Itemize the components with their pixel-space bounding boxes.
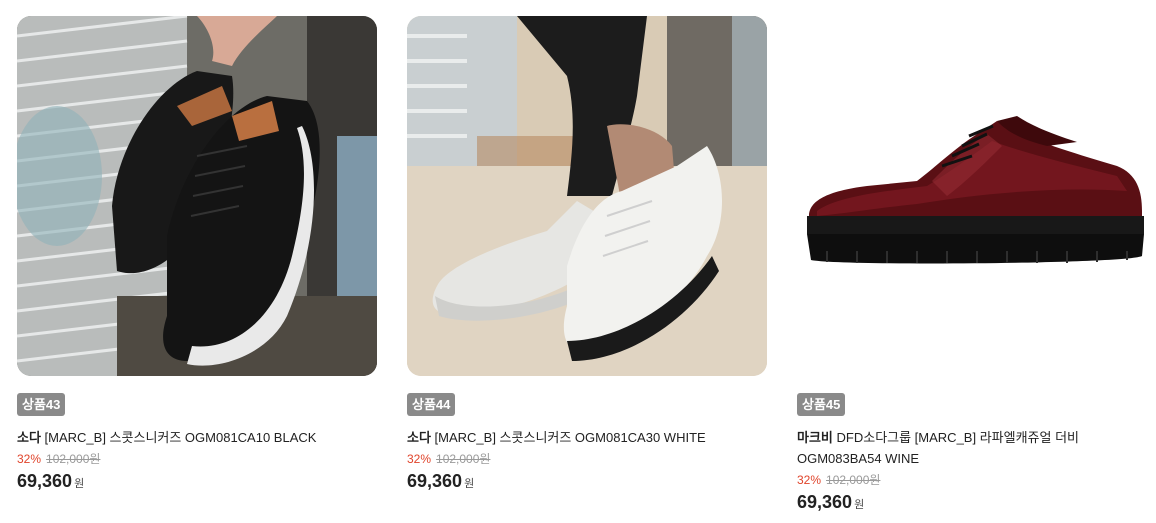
product-image-wine-derby[interactable] — [797, 16, 1156, 376]
product-name: [MARC_B] 스콧스니커즈 OGM081CA10 BLACK — [44, 430, 317, 445]
currency-unit: 원 — [464, 478, 475, 490]
sale-price-value: 69,360 — [797, 492, 853, 512]
currency-unit: 원 — [74, 478, 85, 490]
original-price: 102,000원 — [46, 452, 101, 466]
product-name: DFD소다그룹 [MARC_B] 라파엘캐쥬얼 더비 OGM083BA54 WI… — [797, 430, 1079, 466]
sale-price-value: 69,360 — [17, 471, 73, 491]
product-brand: 소다 — [17, 430, 41, 445]
sale-price: 69,360 원 — [797, 491, 1156, 516]
product-title[interactable]: 소다 [MARC_B] 스콧스니커즈 OGM081CA30 WHITE — [407, 427, 707, 448]
price-row: 32% 102,000원 — [407, 451, 767, 467]
product-title[interactable]: 마크비 DFD소다그룹 [MARC_B] 라파엘캐쥬얼 더비 OGM083BA5… — [797, 427, 1097, 469]
product-grid: 상품43 소다 [MARC_B] 스콧스니커즈 OGM081CA10 BLACK… — [0, 0, 1156, 523]
sale-price: 69,360 원 — [407, 470, 767, 495]
product-number-badge: 상품43 — [17, 393, 66, 416]
currency-unit: 원 — [854, 499, 865, 511]
product-title[interactable]: 소다 [MARC_B] 스콧스니커즈 OGM081CA10 BLACK — [17, 427, 317, 448]
discount-rate: 32% — [17, 452, 42, 466]
sale-price-value: 69,360 — [407, 471, 463, 491]
product-card[interactable]: 상품43 소다 [MARC_B] 스콧스니커즈 OGM081CA10 BLACK… — [17, 16, 377, 495]
product-number-badge: 상품44 — [407, 393, 456, 416]
discount-rate: 32% — [407, 452, 432, 466]
price-row: 32% 102,000원 — [797, 472, 1156, 488]
product-card[interactable]: 상품45 마크비 DFD소다그룹 [MARC_B] 라파엘캐쥬얼 더비 OGM0… — [797, 16, 1156, 516]
product-image-black-sneakers[interactable] — [17, 16, 377, 376]
discount-rate: 32% — [797, 473, 822, 487]
wine-derby-shoe-photo — [797, 16, 1156, 376]
product-image-white-sneakers[interactable] — [407, 16, 767, 376]
original-price: 102,000원 — [436, 452, 491, 466]
product-brand: 마크비 — [797, 430, 833, 445]
product-number-badge: 상품45 — [797, 393, 846, 416]
black-sneakers-photo — [17, 16, 377, 376]
original-price: 102,000원 — [826, 473, 881, 487]
product-brand: 소다 — [407, 430, 431, 445]
price-row: 32% 102,000원 — [17, 451, 377, 467]
product-card[interactable]: 상품44 소다 [MARC_B] 스콧스니커즈 OGM081CA30 WHITE… — [407, 16, 767, 495]
white-sneakers-photo — [407, 16, 767, 376]
sale-price: 69,360 원 — [17, 470, 377, 495]
product-name: [MARC_B] 스콧스니커즈 OGM081CA30 WHITE — [434, 430, 706, 445]
